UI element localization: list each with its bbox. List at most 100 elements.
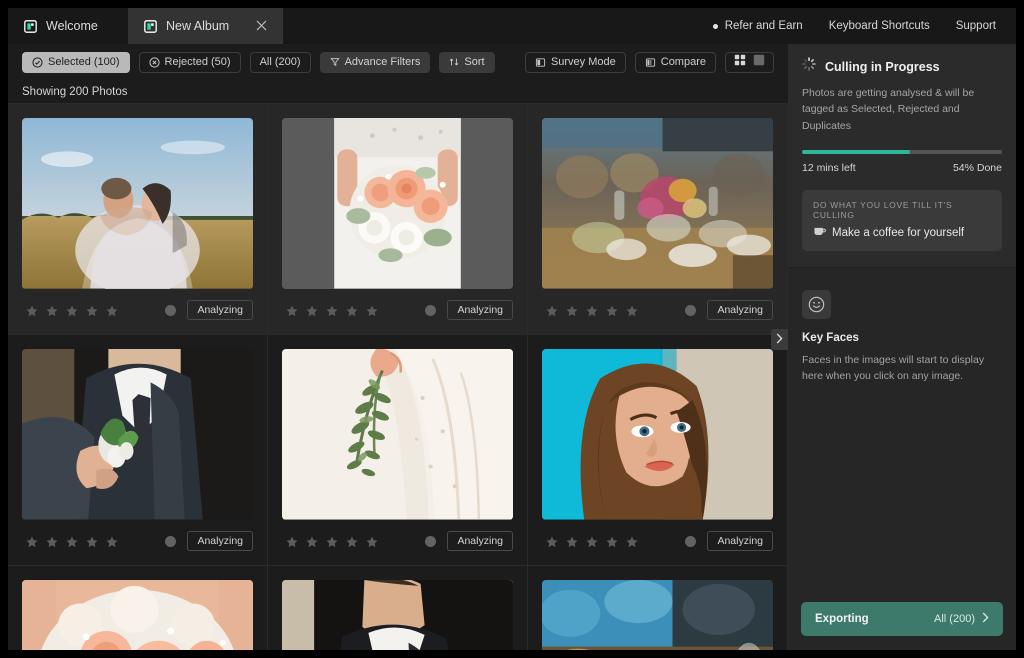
star-icon[interactable] bbox=[626, 304, 638, 317]
close-icon[interactable] bbox=[238, 19, 267, 33]
star-icon[interactable] bbox=[586, 535, 598, 548]
star-icon[interactable] bbox=[46, 304, 58, 317]
key-faces-title: Key Faces bbox=[802, 331, 859, 344]
star-rating[interactable] bbox=[22, 304, 118, 317]
filter-all-button[interactable]: All (200) bbox=[249, 51, 311, 73]
star-rating[interactable] bbox=[542, 535, 638, 548]
survey-mode-button[interactable]: Survey Mode bbox=[524, 51, 626, 73]
analyzing-badge: Analyzing bbox=[447, 300, 513, 321]
star-icon[interactable] bbox=[346, 535, 358, 548]
star-icon[interactable] bbox=[566, 535, 578, 548]
star-icon[interactable] bbox=[286, 535, 298, 548]
star-icon[interactable] bbox=[606, 535, 618, 548]
compare-button[interactable]: Compare bbox=[634, 51, 716, 73]
view-mode-toggle[interactable] bbox=[725, 51, 774, 73]
star-rating[interactable] bbox=[542, 304, 638, 317]
photo-thumbnail[interactable] bbox=[22, 349, 253, 520]
photo-thumbnail[interactable] bbox=[22, 580, 253, 650]
star-icon[interactable] bbox=[626, 535, 638, 548]
filter-label: Advance Filters bbox=[344, 56, 421, 68]
star-icon[interactable] bbox=[346, 304, 358, 317]
star-icon[interactable] bbox=[586, 304, 598, 317]
photo-card[interactable]: Analyzing bbox=[268, 104, 528, 335]
nav-keyboard-shortcuts[interactable]: Keyboard Shortcuts bbox=[829, 20, 930, 32]
star-icon[interactable] bbox=[566, 304, 578, 317]
color-label-icon[interactable] bbox=[425, 535, 437, 547]
star-rating[interactable] bbox=[282, 535, 378, 548]
star-icon[interactable] bbox=[306, 304, 318, 317]
grid-view-icon[interactable] bbox=[734, 53, 746, 71]
culling-header: Culling in Progress bbox=[802, 57, 1002, 76]
photo-card[interactable]: Analyzing bbox=[8, 104, 268, 335]
photo-thumbnail[interactable] bbox=[282, 580, 513, 650]
export-label: Exporting bbox=[815, 613, 869, 625]
analyzing-badge: Analyzing bbox=[187, 300, 253, 321]
star-rating[interactable] bbox=[22, 535, 118, 548]
star-icon[interactable] bbox=[326, 304, 338, 317]
star-rating[interactable] bbox=[282, 304, 378, 317]
photo-card[interactable]: Analyzing bbox=[8, 335, 268, 566]
photo-portrait-of-woman-on-teal-background bbox=[542, 349, 773, 520]
star-icon[interactable] bbox=[86, 535, 98, 548]
star-icon[interactable] bbox=[286, 304, 298, 317]
color-label-icon[interactable] bbox=[685, 304, 697, 316]
color-label-icon[interactable] bbox=[685, 535, 697, 547]
filter-label: Selected (100) bbox=[48, 56, 120, 68]
color-label-icon[interactable] bbox=[165, 304, 177, 316]
star-icon[interactable] bbox=[326, 535, 338, 548]
photo-card[interactable]: Analyzing bbox=[528, 104, 788, 335]
tab-new-album[interactable]: New Album bbox=[128, 8, 284, 44]
star-icon[interactable] bbox=[66, 535, 78, 548]
advance-filters-button[interactable]: Advance Filters bbox=[319, 51, 431, 73]
star-icon[interactable] bbox=[46, 535, 58, 548]
photo-card-footer: Analyzing bbox=[542, 528, 773, 555]
photo-bride-holding-peach-rose-bouquet bbox=[282, 118, 513, 289]
star-icon[interactable] bbox=[366, 535, 378, 548]
star-icon[interactable] bbox=[546, 535, 558, 548]
photo-thumbnail[interactable] bbox=[542, 349, 773, 520]
photo-thumbnail[interactable] bbox=[542, 118, 773, 289]
photo-card[interactable]: Analyzing bbox=[528, 566, 788, 650]
time-left-label: 12 mins left bbox=[802, 161, 856, 174]
filter-selected-button[interactable]: Selected (100) bbox=[22, 51, 130, 73]
tip-card: DO WHAT YOU LOVE TILL IT'S CULLING Make … bbox=[802, 189, 1002, 251]
single-view-icon[interactable] bbox=[753, 53, 765, 71]
star-icon[interactable] bbox=[306, 535, 318, 548]
star-icon[interactable] bbox=[66, 304, 78, 317]
star-icon[interactable] bbox=[26, 304, 38, 317]
panel-collapse-handle[interactable] bbox=[771, 329, 788, 350]
star-icon[interactable] bbox=[606, 304, 618, 317]
nav-support[interactable]: Support bbox=[956, 20, 996, 32]
star-icon[interactable] bbox=[366, 304, 378, 317]
tip-text-row: Make a coffee for yourself bbox=[813, 226, 991, 240]
photo-thumbnail[interactable] bbox=[22, 118, 253, 289]
nav-label: Refer and Earn bbox=[724, 20, 803, 32]
photo-thumbnail[interactable] bbox=[282, 118, 513, 289]
photo-card[interactable]: Analyzing bbox=[528, 335, 788, 566]
progress-bar-track bbox=[802, 149, 1002, 154]
photo-card[interactable]: Analyzing bbox=[268, 335, 528, 566]
filter-rejected-button[interactable]: Rejected (50) bbox=[138, 51, 241, 73]
nav-refer-and-earn[interactable]: Refer and Earn bbox=[712, 20, 803, 32]
photo-card-actions: Analyzing bbox=[685, 531, 773, 552]
photo-grid: Analyzing Analyzing Analyzing Analyzing … bbox=[8, 104, 788, 650]
star-icon[interactable] bbox=[546, 304, 558, 317]
photo-grid-container[interactable]: Analyzing Analyzing Analyzing Analyzing … bbox=[8, 104, 788, 650]
color-label-icon[interactable] bbox=[425, 304, 437, 316]
star-icon[interactable] bbox=[106, 535, 118, 548]
photo-card-footer: Analyzing bbox=[22, 528, 253, 555]
photo-peach-rose-bouquet-closeup bbox=[22, 580, 253, 650]
tab-welcome[interactable]: Welcome bbox=[8, 8, 128, 44]
star-icon[interactable] bbox=[86, 304, 98, 317]
photo-thumbnail[interactable] bbox=[282, 349, 513, 520]
photo-card[interactable]: Analyzing bbox=[268, 566, 528, 650]
color-label-icon[interactable] bbox=[165, 535, 177, 547]
star-icon[interactable] bbox=[106, 304, 118, 317]
photo-thumbnail[interactable] bbox=[542, 580, 773, 650]
filter-label: All (200) bbox=[259, 56, 301, 68]
toolbar-right-group: Survey Mode Compare bbox=[524, 51, 774, 73]
sort-button[interactable]: Sort bbox=[439, 51, 495, 73]
photo-card[interactable]: Analyzing bbox=[8, 566, 268, 650]
star-icon[interactable] bbox=[26, 535, 38, 548]
exporting-button[interactable]: Exporting All (200) bbox=[801, 602, 1003, 636]
